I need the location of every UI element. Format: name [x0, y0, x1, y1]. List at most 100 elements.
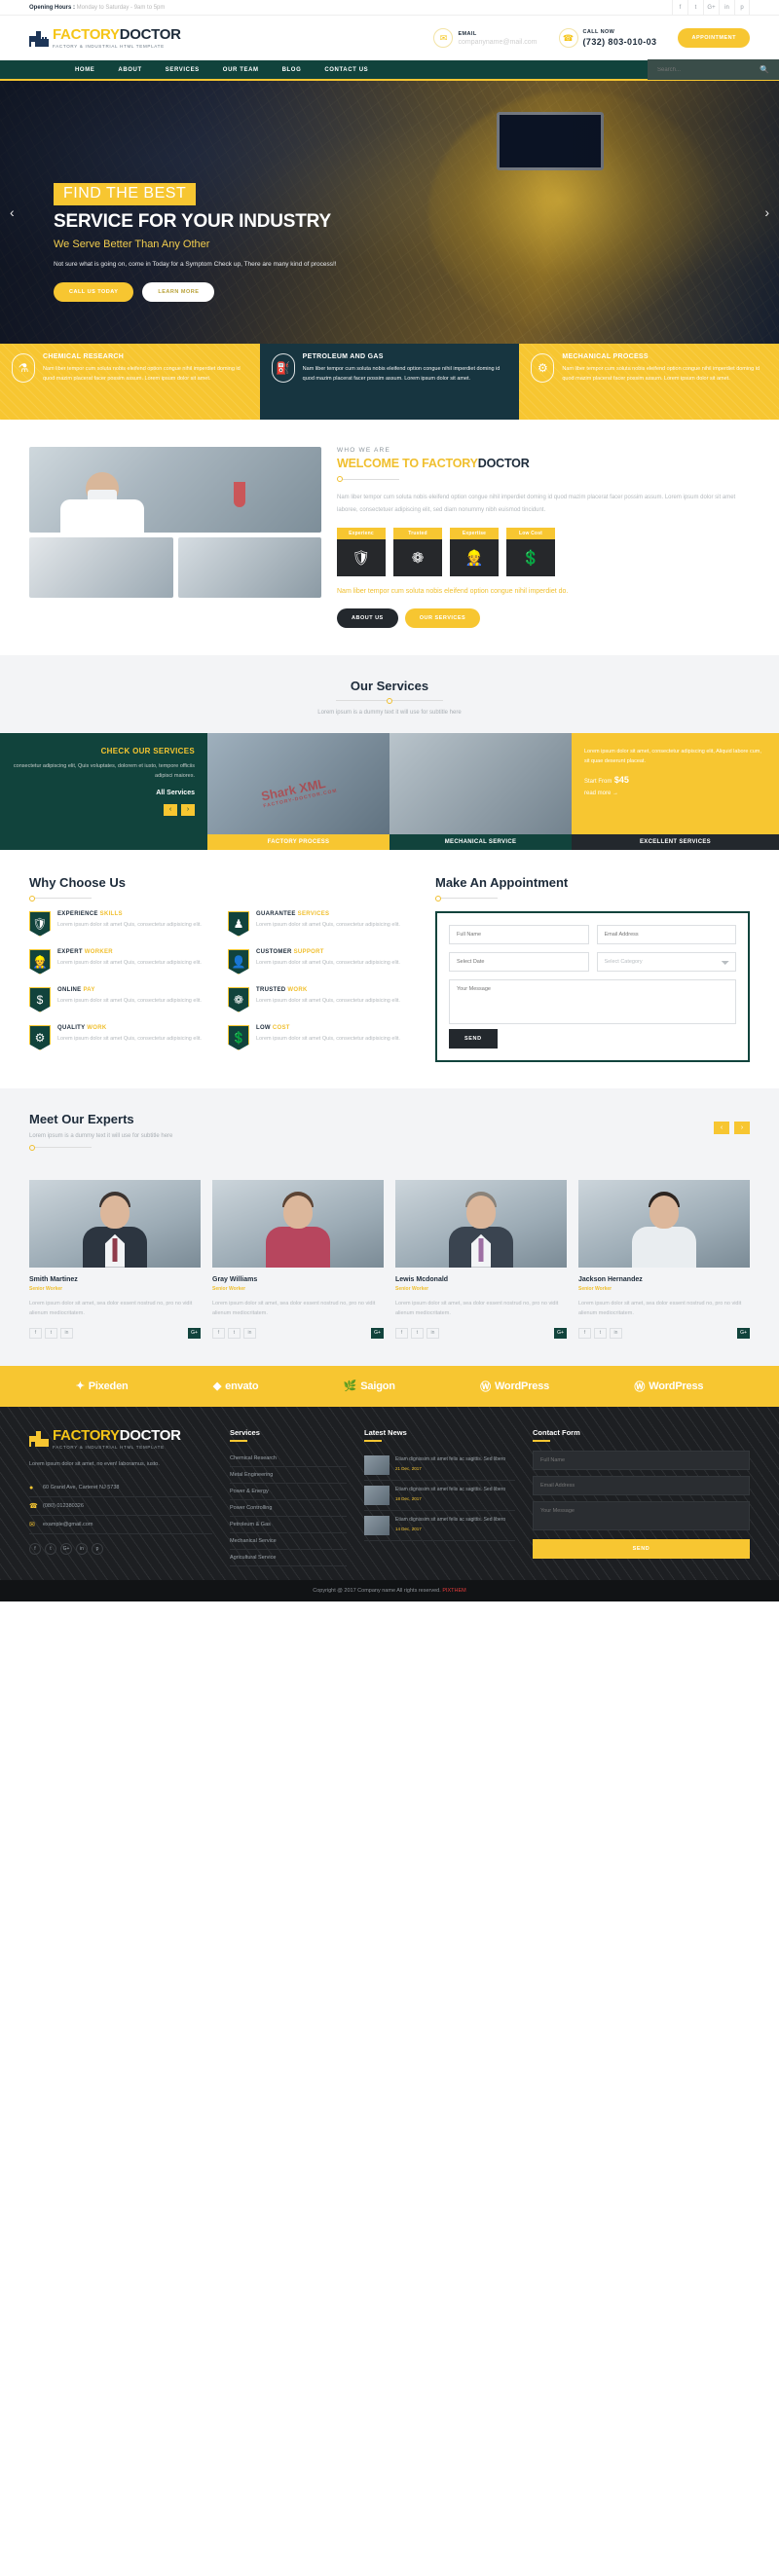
google-plus-icon[interactable]: G+: [703, 0, 719, 16]
welcome-icon-caption: Experienc: [337, 528, 386, 540]
about-us-button[interactable]: ABOUT US: [337, 607, 398, 628]
footer-service-item[interactable]: Power & Energy: [230, 1484, 347, 1500]
saigon-icon: 🌿: [343, 1380, 357, 1393]
facebook-icon[interactable]: f: [29, 1327, 42, 1339]
our-services-button[interactable]: OUR SERVICES: [404, 607, 481, 628]
twitter-icon[interactable]: t: [687, 0, 703, 16]
footer-service-item[interactable]: Agricultural Service: [230, 1550, 347, 1566]
copyright-brand[interactable]: PIXTHEM: [442, 1588, 465, 1594]
twitter-icon[interactable]: t: [411, 1327, 424, 1339]
why-appointment-section: Why Choose Us 🛡 EXPERIENCE SKILLS Lorem …: [0, 849, 779, 1088]
pinterest-icon[interactable]: p: [92, 1542, 103, 1555]
linkedin-icon[interactable]: in: [60, 1327, 73, 1339]
category-select[interactable]: Select Category: [596, 951, 736, 972]
services-prev-arrow[interactable]: ‹: [164, 803, 177, 816]
welcome-icon-trusted[interactable]: Trusted ❁: [393, 528, 442, 577]
hero-call-button[interactable]: CALL US TODAY: [54, 282, 134, 303]
brand-envato[interactable]: ◆ envato: [213, 1380, 259, 1393]
nav-item-our-team[interactable]: OUR TEAM: [211, 67, 271, 73]
search-icon[interactable]: 🔍: [760, 65, 769, 74]
feature-box-mechanical-process[interactable]: ⚙ MECHANICAL PROCESS Nam liber tempor cu…: [519, 344, 779, 420]
feature-box-chemical-research[interactable]: ⚗ CHEMICAL RESEARCH Nam liber tempor cum…: [0, 344, 260, 420]
expert-card: Gray Williams Senior Worker Lorem ipsum …: [212, 1179, 384, 1339]
footer-service-item[interactable]: Petroleum & Gas: [230, 1517, 347, 1533]
full-name-input[interactable]: [449, 924, 589, 944]
hero-prev-arrow[interactable]: ‹: [10, 204, 15, 220]
expert-photo: [212, 1179, 384, 1268]
services-next-arrow[interactable]: ›: [181, 803, 195, 816]
facebook-icon[interactable]: f: [672, 0, 687, 16]
twitter-icon[interactable]: t: [228, 1327, 241, 1339]
appointment-send-button[interactable]: SEND: [449, 1028, 498, 1049]
service-card-text: Lorem ipsum dolor sit amet, consectetur …: [584, 748, 761, 765]
appointment-button[interactable]: APPOINTMENT: [678, 28, 750, 48]
logo-text-primary: FACTORY: [53, 26, 120, 43]
facebook-icon[interactable]: f: [212, 1327, 225, 1339]
brand-label: Saigon: [360, 1380, 395, 1392]
feature-box-petroleum-and-gas[interactable]: ⛽ PETROLEUM AND GAS Nam liber tempor cum…: [259, 344, 520, 420]
footer-logo[interactable]: FACTORYDOCTOR FACTORY & INDUSTRIAL HTML …: [29, 1428, 212, 1450]
footer-name-input[interactable]: [533, 1450, 750, 1470]
feature-text: Nam liber tempor cum soluta nobis eleife…: [562, 366, 760, 383]
google-plus-icon[interactable]: G+: [188, 1327, 201, 1339]
twitter-icon[interactable]: t: [45, 1542, 56, 1555]
welcome-icon-caption: Low Cost: [506, 528, 555, 540]
news-item[interactable]: Etiam dignissim sit amet felis ac sagitt…: [364, 1451, 515, 1481]
experts-prev-arrow[interactable]: ‹: [714, 1121, 729, 1134]
footer-email-input[interactable]: [533, 1475, 750, 1495]
read-more-link[interactable]: read more →: [584, 791, 766, 796]
nav-item-about[interactable]: ABOUT: [106, 67, 153, 73]
welcome-icon-low-cost[interactable]: Low Cost 💲: [506, 528, 555, 577]
service-card-factory-process[interactable]: Shark XML FACTORY-DOCTOR.COM FACTORY PRO…: [207, 732, 390, 850]
welcome-section: WHO WE ARE WELCOME TO FACTORYDOCTOR Nam …: [0, 420, 779, 655]
twitter-icon[interactable]: t: [45, 1327, 57, 1339]
google-plus-icon[interactable]: G+: [60, 1542, 72, 1555]
linkedin-icon[interactable]: in: [243, 1327, 256, 1339]
google-plus-icon[interactable]: G+: [737, 1327, 750, 1339]
footer-send-button[interactable]: SEND: [533, 1538, 750, 1559]
search-input[interactable]: [657, 66, 760, 73]
google-plus-icon[interactable]: G+: [554, 1327, 567, 1339]
site-logo[interactable]: FACTORYDOCTOR FACTORY & INDUSTRIAL HTML …: [29, 27, 181, 49]
experts-next-arrow[interactable]: ›: [734, 1121, 750, 1134]
footer-service-item[interactable]: Mechanical Service: [230, 1533, 347, 1550]
service-price: Start From $45: [584, 775, 766, 785]
service-card-excellent-services[interactable]: Lorem ipsum dolor sit amet, consectetur …: [572, 732, 779, 850]
why-item-text: Lorem ipsum dolor sit amet Quis, consect…: [57, 959, 202, 966]
brand-wordpress-2[interactable]: Ⓦ WordPress: [634, 1379, 703, 1394]
facebook-icon[interactable]: f: [578, 1327, 591, 1339]
nav-item-home[interactable]: HOME: [63, 67, 106, 73]
hero-next-arrow[interactable]: ›: [764, 204, 769, 220]
footer-message-textarea[interactable]: [533, 1500, 750, 1530]
all-services-label[interactable]: All Services: [13, 790, 195, 796]
linkedin-icon[interactable]: in: [719, 0, 734, 16]
why-choose-us-column: Why Choose Us 🛡 EXPERIENCE SKILLS Lorem …: [29, 875, 414, 1063]
welcome-icon-experience[interactable]: Experienc 🛡: [337, 528, 386, 577]
linkedin-icon[interactable]: in: [427, 1327, 439, 1339]
facebook-icon[interactable]: f: [395, 1327, 408, 1339]
google-plus-icon[interactable]: G+: [371, 1327, 384, 1339]
twitter-icon[interactable]: t: [594, 1327, 607, 1339]
nav-item-services[interactable]: SERVICES: [154, 67, 211, 73]
brand-saigon[interactable]: 🌿 Saigon: [343, 1380, 395, 1393]
pinterest-icon[interactable]: p: [734, 0, 750, 16]
why-item-text: Lorem ipsum dolor sit amet Quis, consect…: [256, 997, 400, 1004]
nav-item-contact-us[interactable]: CONTACT US: [313, 67, 380, 73]
linkedin-icon[interactable]: in: [76, 1542, 88, 1555]
facebook-icon[interactable]: f: [29, 1542, 41, 1555]
news-item[interactable]: Etiam dignissim sit amet felis ac sagitt…: [364, 1481, 515, 1511]
brand-pixeden[interactable]: ✦ Pixeden: [76, 1380, 129, 1393]
brand-wordpress-1[interactable]: Ⓦ WordPress: [480, 1379, 549, 1394]
service-card-mechanical-service[interactable]: MECHANICAL SERVICE: [390, 732, 572, 850]
linkedin-icon[interactable]: in: [610, 1327, 622, 1339]
date-input[interactable]: [449, 951, 589, 972]
news-item[interactable]: Etiam dignissim sit amet felis ac sagitt…: [364, 1511, 515, 1541]
email-input[interactable]: [596, 924, 736, 944]
nav-item-blog[interactable]: BLOG: [271, 67, 314, 73]
footer-service-item[interactable]: Chemical Research: [230, 1451, 347, 1467]
footer-service-item[interactable]: Metal Engineering: [230, 1467, 347, 1484]
hero-learn-more-button[interactable]: LEARN MORE: [142, 282, 215, 303]
welcome-icon-expertise[interactable]: Expertise 👷: [450, 528, 499, 577]
footer-service-item[interactable]: Power Controlling: [230, 1500, 347, 1517]
message-textarea[interactable]: [449, 978, 736, 1024]
